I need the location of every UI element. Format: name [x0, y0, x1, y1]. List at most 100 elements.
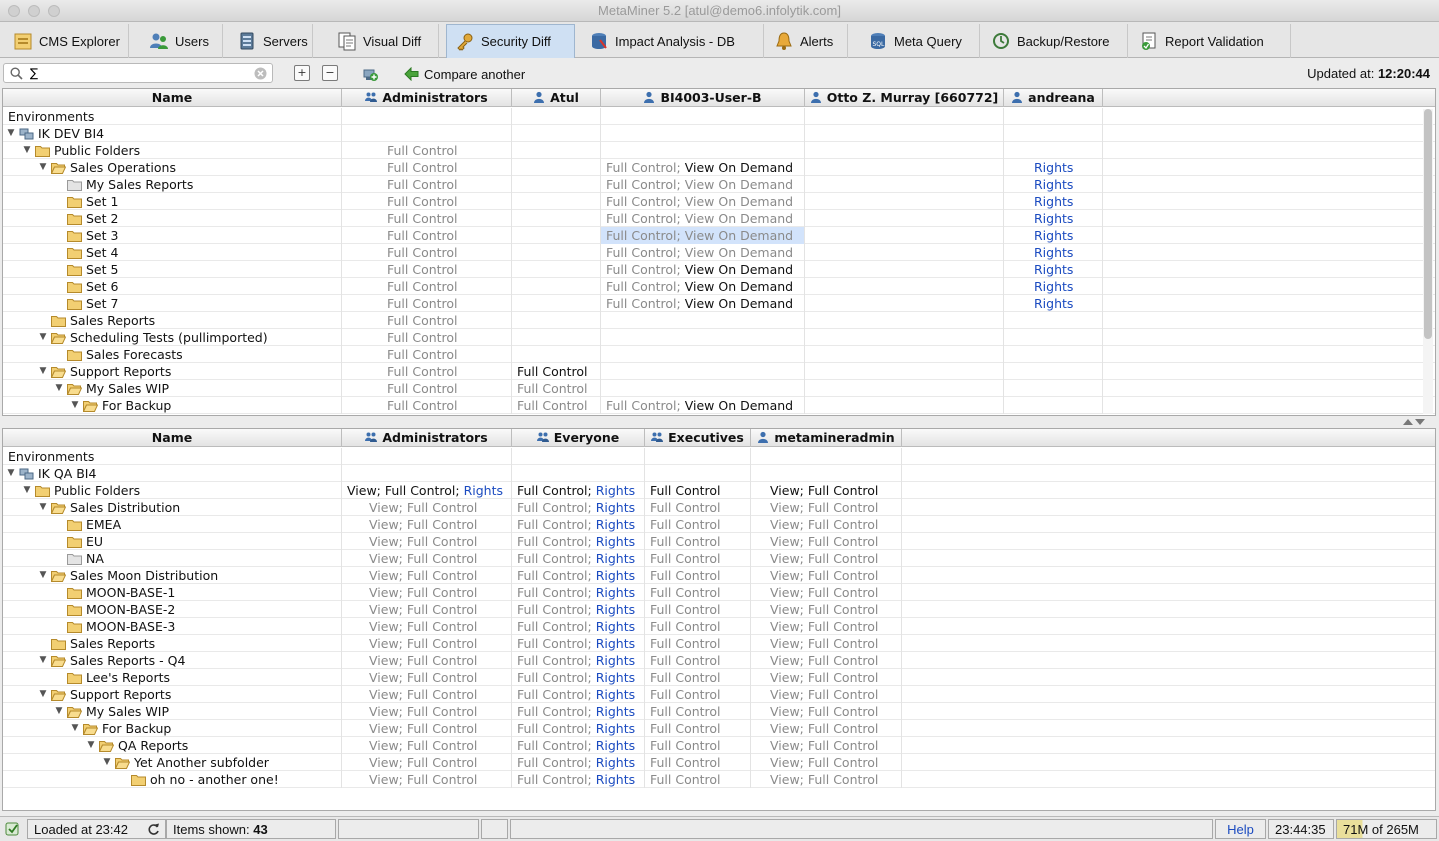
expand-toggle-icon[interactable]: ▼ — [38, 159, 48, 176]
table-row[interactable]: Set 1 Full Control Full Control; View On D… — [3, 193, 1435, 210]
permission-cell[interactable]: View; Full Control — [342, 618, 512, 635]
name-cell[interactable]: Sales Reports — [3, 312, 342, 329]
expand-toggle-icon[interactable]: ▼ — [38, 329, 48, 346]
permission-cell[interactable]: View; Full Control — [342, 584, 512, 601]
name-cell[interactable]: ▼ Public Folders — [3, 142, 342, 159]
permission-cell[interactable] — [512, 210, 601, 227]
permission-cell[interactable]: Full Control — [645, 533, 751, 550]
rights-link[interactable]: Rights — [596, 636, 635, 651]
name-cell[interactable]: Set 3 — [3, 227, 342, 244]
table-row[interactable]: ▼ IK DEV BI4 — [3, 125, 1435, 142]
permission-cell[interactable] — [601, 125, 805, 142]
search-input[interactable] — [30, 65, 250, 81]
zoom-window-button[interactable] — [48, 5, 60, 17]
table-row[interactable]: ▼ My Sales WIP View; Full Control Full Cont… — [3, 703, 1435, 720]
permission-cell[interactable]: Full Control; Rights — [512, 550, 645, 567]
permission-cell[interactable]: Full Control; View On Demand — [601, 397, 805, 414]
tab-visual-diff[interactable]: Visual Diff — [329, 24, 439, 58]
name-cell[interactable]: Sales Reports — [3, 635, 342, 652]
permission-cell[interactable]: Full Control; View On Demand — [601, 278, 805, 295]
permission-cell[interactable]: Rights — [1004, 227, 1103, 244]
permission-cell[interactable] — [342, 125, 512, 142]
name-cell[interactable]: Environments — [3, 108, 342, 125]
permission-cell[interactable]: Full Control — [645, 499, 751, 516]
permission-cell[interactable] — [601, 363, 805, 380]
permission-cell[interactable]: Full Control — [342, 278, 512, 295]
permission-cell[interactable]: View; Full Control — [342, 533, 512, 550]
name-cell[interactable]: MOON-BASE-2 — [3, 601, 342, 618]
rights-link[interactable]: Rights — [596, 602, 635, 617]
permission-cell[interactable] — [751, 465, 902, 482]
name-cell[interactable]: ▼ IK DEV BI4 — [3, 125, 342, 142]
name-cell[interactable]: Set 1 — [3, 193, 342, 210]
permission-cell[interactable] — [805, 329, 1004, 346]
permission-cell[interactable] — [512, 193, 601, 210]
permission-cell[interactable] — [805, 193, 1004, 210]
permission-cell[interactable] — [601, 329, 805, 346]
tab-cms-explorer[interactable]: CMS Explorer — [5, 24, 129, 58]
add-environment-icon[interactable] — [362, 65, 379, 82]
permission-cell[interactable]: View; Full Control — [342, 516, 512, 533]
table-row[interactable]: Sales Forecasts Full Control — [3, 346, 1435, 363]
permission-cell[interactable]: View; Full Control — [751, 499, 902, 516]
permission-cell[interactable]: Full Control; View On Demand — [601, 244, 805, 261]
rights-link[interactable]: Rights — [596, 500, 635, 515]
permission-cell[interactable] — [805, 227, 1004, 244]
permission-cell[interactable]: Full Control; Rights — [512, 652, 645, 669]
table-row[interactable]: Lee's Reports View; Full Control Full Cont… — [3, 669, 1435, 686]
table-row[interactable]: Sales Reports View; Full Control Full Cont… — [3, 635, 1435, 652]
permission-cell[interactable]: Full Control; Rights — [512, 754, 645, 771]
permission-cell[interactable]: Full Control — [645, 550, 751, 567]
table-row[interactable]: Set 4 Full Control Full Control; View On D… — [3, 244, 1435, 261]
expand-toggle-icon[interactable]: ▼ — [38, 567, 48, 584]
permission-cell[interactable]: Full Control — [645, 771, 751, 788]
name-cell[interactable]: Set 6 — [3, 278, 342, 295]
permission-cell[interactable] — [512, 346, 601, 363]
permission-cell[interactable]: View; Full Control — [751, 618, 902, 635]
permission-cell[interactable] — [1004, 329, 1103, 346]
permission-cell[interactable]: Full Control; Rights — [512, 499, 645, 516]
rights-link[interactable]: Rights — [1034, 194, 1073, 209]
rights-link[interactable]: Rights — [596, 517, 635, 532]
permission-cell[interactable] — [512, 295, 601, 312]
permission-cell[interactable]: Full Control; View On Demand — [601, 210, 805, 227]
permission-cell[interactable] — [512, 261, 601, 278]
table-row[interactable]: Set 7 Full Control Full Control; View On D… — [3, 295, 1435, 312]
permission-cell[interactable]: Full Control — [512, 397, 601, 414]
permission-cell[interactable] — [1004, 312, 1103, 329]
table-row[interactable]: NA View; Full Control Full Control; Rights… — [3, 550, 1435, 567]
dev-vertical-scrollbar[interactable] — [1423, 109, 1433, 414]
permission-cell[interactable] — [601, 108, 805, 125]
permission-cell[interactable] — [1004, 346, 1103, 363]
permission-cell[interactable]: Full Control; View On Demand — [601, 227, 805, 244]
permission-cell[interactable] — [805, 108, 1004, 125]
permission-cell[interactable]: Rights — [1004, 159, 1103, 176]
name-cell[interactable]: ▼ QA Reports — [3, 737, 342, 754]
close-window-button[interactable] — [8, 5, 20, 17]
rights-link[interactable]: Rights — [596, 585, 635, 600]
name-cell[interactable]: Sales Forecasts — [3, 346, 342, 363]
table-row[interactable]: ▼ Sales Moon Distribution View; Full Contr… — [3, 567, 1435, 584]
collapse-all-button[interactable]: − — [322, 65, 338, 81]
permission-cell[interactable] — [512, 125, 601, 142]
permission-cell[interactable]: Full Control — [342, 346, 512, 363]
rights-link[interactable]: Rights — [1034, 211, 1073, 226]
table-row[interactable]: ▼ Public Folders Full Control — [3, 142, 1435, 159]
permission-cell[interactable]: Rights — [1004, 295, 1103, 312]
column-header-administrators[interactable]: Administrators — [342, 89, 512, 107]
permission-cell[interactable] — [805, 142, 1004, 159]
table-row[interactable]: ▼ Support Reports View; Full Control Full C… — [3, 686, 1435, 703]
permission-cell[interactable] — [512, 142, 601, 159]
expand-toggle-icon[interactable]: ▼ — [38, 363, 48, 380]
permission-cell[interactable] — [805, 278, 1004, 295]
permission-cell[interactable] — [601, 346, 805, 363]
permission-cell[interactable]: Full Control — [342, 397, 512, 414]
name-cell[interactable]: ▼ For Backup — [3, 720, 342, 737]
tab-servers[interactable]: Servers — [229, 24, 313, 58]
table-row[interactable]: ▼ Yet Another subfolder View; Full Control… — [3, 754, 1435, 771]
name-cell[interactable]: NA — [3, 550, 342, 567]
table-row[interactable]: My Sales Reports Full Control Full Control… — [3, 176, 1435, 193]
permission-cell[interactable] — [805, 244, 1004, 261]
permission-cell[interactable]: Full Control — [645, 669, 751, 686]
name-cell[interactable]: MOON-BASE-3 — [3, 618, 342, 635]
